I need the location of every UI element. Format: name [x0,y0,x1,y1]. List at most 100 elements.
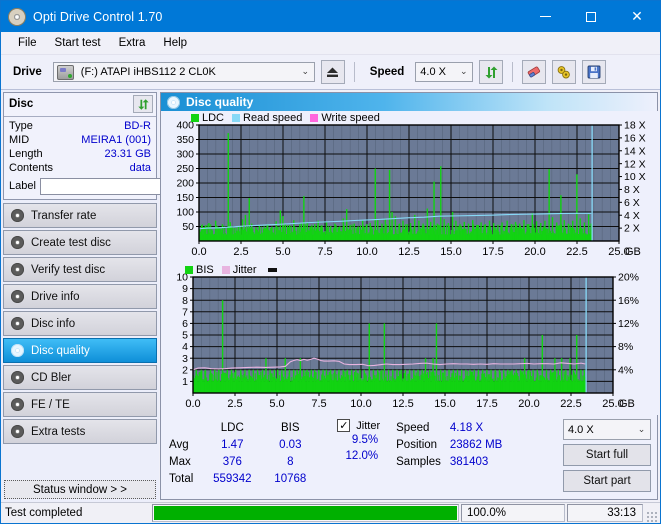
max-ldc-value: 376 [203,453,261,470]
nav-list: Transfer rate Create test disc Verify te… [3,203,157,444]
position-label: Position [396,436,450,453]
save-button[interactable] [582,60,606,84]
sidebar-item-cd-bler[interactable]: CD Bler [3,365,157,390]
disc-refresh-button[interactable] [133,95,153,113]
window-controls: ✕ [522,1,660,32]
svg-text:7.5: 7.5 [311,398,326,410]
svg-text:22.5: 22.5 [560,398,581,410]
sidebar: Disc Type BD-R MID MEIR [1,90,159,502]
svg-text:12 X: 12 X [624,158,646,170]
close-button[interactable]: ✕ [614,1,660,32]
svg-text:GB: GB [619,398,635,410]
svg-text:4: 4 [182,341,188,353]
legend-label-read-speed: Read speed [243,112,302,124]
svg-text:9: 9 [182,283,188,295]
sidebar-item-verify-test-disc[interactable]: Verify test disc [3,257,157,282]
test-speed-select[interactable]: 4.0 X ⌄ [563,419,651,440]
jitter-checkbox[interactable]: ✓ [337,419,350,432]
svg-text:0.0: 0.0 [191,246,206,258]
drive-label: Drive [7,66,47,78]
minimize-button[interactable] [522,1,568,32]
table-row: Avg 1.47 0.03 [169,436,319,453]
disc-properties: Type BD-R MID MEIRA1 (001) Length 23.31 … [4,117,156,199]
samples-label: Samples [396,453,450,470]
sidebar-item-disc-quality[interactable]: Disc quality [3,338,157,363]
svg-text:300: 300 [176,149,194,161]
sidebar-item-extra-tests[interactable]: Extra tests [3,419,157,444]
legend-swatch-jitter [222,266,230,274]
table-header-row: LDC BIS [169,419,319,436]
refresh-button[interactable] [479,60,503,84]
position-value: 23862 MB [450,436,502,453]
eject-button[interactable] [321,60,345,84]
svg-text:2 X: 2 X [624,223,640,235]
sidebar-item-disc-info[interactable]: Disc info [3,311,157,336]
resize-grip-icon[interactable] [646,511,658,523]
svg-text:200: 200 [176,178,194,190]
ldc-chart-canvas: 501001502002503003504002 X4 X6 X8 X10 X1… [161,111,659,263]
disc-icon [11,398,24,411]
svg-text:0.0: 0.0 [185,398,200,410]
disc-group-title: Disc [9,98,33,110]
menu-help[interactable]: Help [154,34,196,52]
stats-corner [169,419,203,436]
sidebar-item-create-test-disc[interactable]: Create test disc [3,230,157,255]
disc-group-header: Disc [4,93,156,117]
svg-text:6 X: 6 X [624,197,640,209]
speed-value: 4.18 X [450,419,502,436]
panel-header: Disc quality [161,93,657,111]
disc-icon [11,263,24,276]
ldc-chart-legend: LDC Read speed Write speed [191,112,384,124]
sidebar-item-label: CD Bler [31,372,71,384]
svg-text:12%: 12% [618,318,639,330]
disc-icon [11,236,24,249]
svg-text:4%: 4% [618,364,633,376]
speed-select-value: 4.0 X [416,66,455,78]
svg-text:20.0: 20.0 [518,398,539,410]
chevron-down-icon: ⌄ [455,67,472,77]
disc-length-value: 23.31 GB [105,147,151,161]
svg-text:20%: 20% [618,272,639,284]
disc-mid-value: MEIRA1 (001) [81,133,151,147]
samples-value: 381403 [450,453,502,470]
disc-label-row: Label [9,177,151,195]
status-bar: Test completed 100.0% 33:13 [1,502,660,523]
svg-text:150: 150 [176,192,194,204]
legend-label-bis: BIS [196,264,214,276]
column-header-ldc: LDC [203,419,261,436]
svg-text:14 X: 14 X [624,145,646,157]
jitter-label: Jitter [356,420,380,432]
svg-text:8%: 8% [618,341,633,353]
menu-extra[interactable]: Extra [110,34,155,52]
column-header-bis: BIS [261,419,319,436]
page-title: Disc quality [186,95,253,109]
svg-text:12.5: 12.5 [392,398,413,410]
start-part-button[interactable]: Start part [563,470,651,492]
total-bis-value: 10768 [261,470,319,487]
legend-label-ldc: LDC [202,112,224,124]
svg-text:22.5: 22.5 [566,246,587,258]
menu-file[interactable]: File [9,34,46,52]
disc-row-contents: Contents data [9,161,151,175]
erase-button[interactable] [522,60,546,84]
drive-select[interactable]: (F:) ATAPI iHBS112 2 CL0K ⌄ [53,62,315,82]
tools-button[interactable] [552,60,576,84]
disc-icon [11,290,24,303]
chevron-down-icon: ⌄ [633,425,650,435]
maximize-button[interactable] [568,1,614,32]
speed-select[interactable]: 4.0 X ⌄ [415,62,473,82]
sidebar-item-transfer-rate[interactable]: Transfer rate [3,203,157,228]
disc-info-group: Disc Type BD-R MID MEIR [3,92,157,200]
menu-start-test[interactable]: Start test [46,34,110,52]
status-window-button[interactable]: Status window > > [4,480,156,499]
svg-text:50: 50 [182,221,194,233]
sidebar-item-fe-te[interactable]: FE / TE [3,392,157,417]
svg-text:100: 100 [176,207,194,219]
speed-label: Speed [364,66,410,78]
svg-text:20.0: 20.0 [524,246,545,258]
sidebar-item-drive-info[interactable]: Drive info [3,284,157,309]
start-full-button[interactable]: Start full [563,444,651,466]
svg-text:5.0: 5.0 [269,398,284,410]
row-label-max: Max [169,453,203,470]
progress-bar-fill [154,506,457,520]
